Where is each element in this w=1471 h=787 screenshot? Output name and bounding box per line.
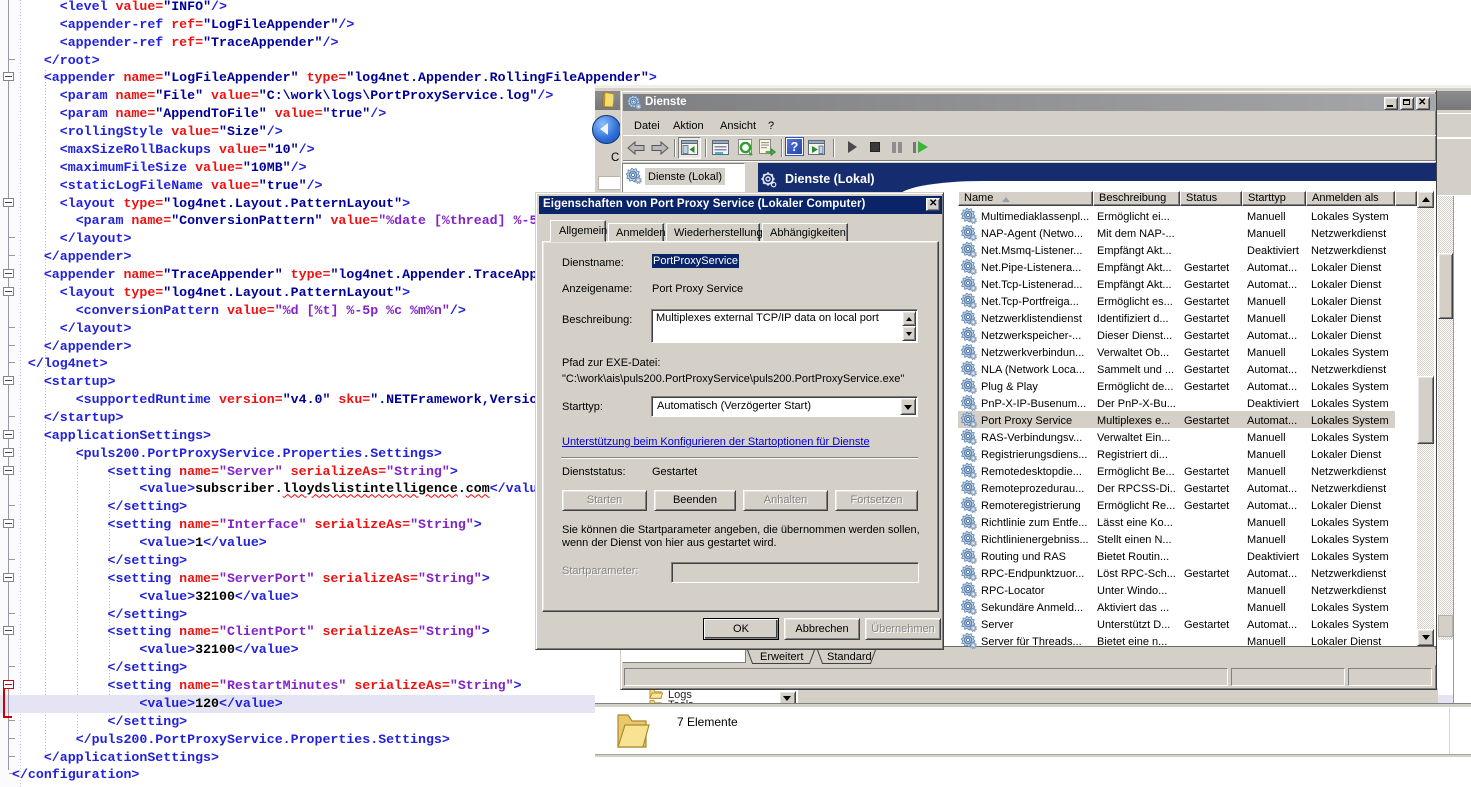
svg-text:?: ? [791, 140, 799, 154]
